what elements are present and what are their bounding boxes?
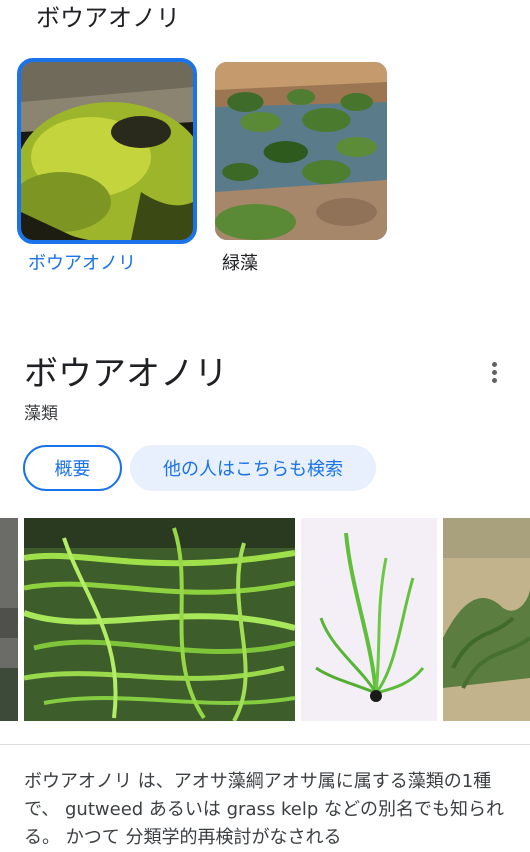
description-text: ボウアオノリ は、アオサ藻綱アオサ属に属する藻類の1種で、 gutweed ある… (24, 771, 504, 848)
entity-subtitle: 藻類 (24, 404, 58, 424)
green-algae-on-rock-image (21, 62, 193, 240)
gallery-image-4[interactable] (443, 518, 530, 721)
page-title: ボウアオノリ (36, 4, 180, 32)
thumbnail-label-green-algae[interactable]: 緑藻 (222, 252, 258, 276)
thumbnail-boua-onori[interactable] (17, 58, 197, 244)
more-vert-icon[interactable] (478, 356, 510, 388)
section-divider (0, 744, 530, 745)
gallery-image-2[interactable] (24, 518, 295, 721)
gutweed-strands-image (24, 518, 295, 721)
seaweed-underwater-image (443, 518, 530, 721)
thumbnail-green-algae[interactable] (215, 62, 387, 240)
chip-overview[interactable]: 概要 (23, 445, 122, 491)
rock-edge-image (0, 518, 18, 721)
thumbnail-label-boua-onori[interactable]: ボウアオノリ (28, 252, 136, 276)
entity-title: ボウアオノリ (24, 354, 228, 394)
gallery-image-1[interactable] (0, 518, 18, 721)
tidepool-green-algae-image (215, 62, 387, 240)
chip-people-also-search[interactable]: 他の人はこちらも検索 (130, 445, 376, 491)
gutweed-specimen-image (301, 518, 437, 721)
gallery-image-3[interactable] (301, 518, 437, 721)
